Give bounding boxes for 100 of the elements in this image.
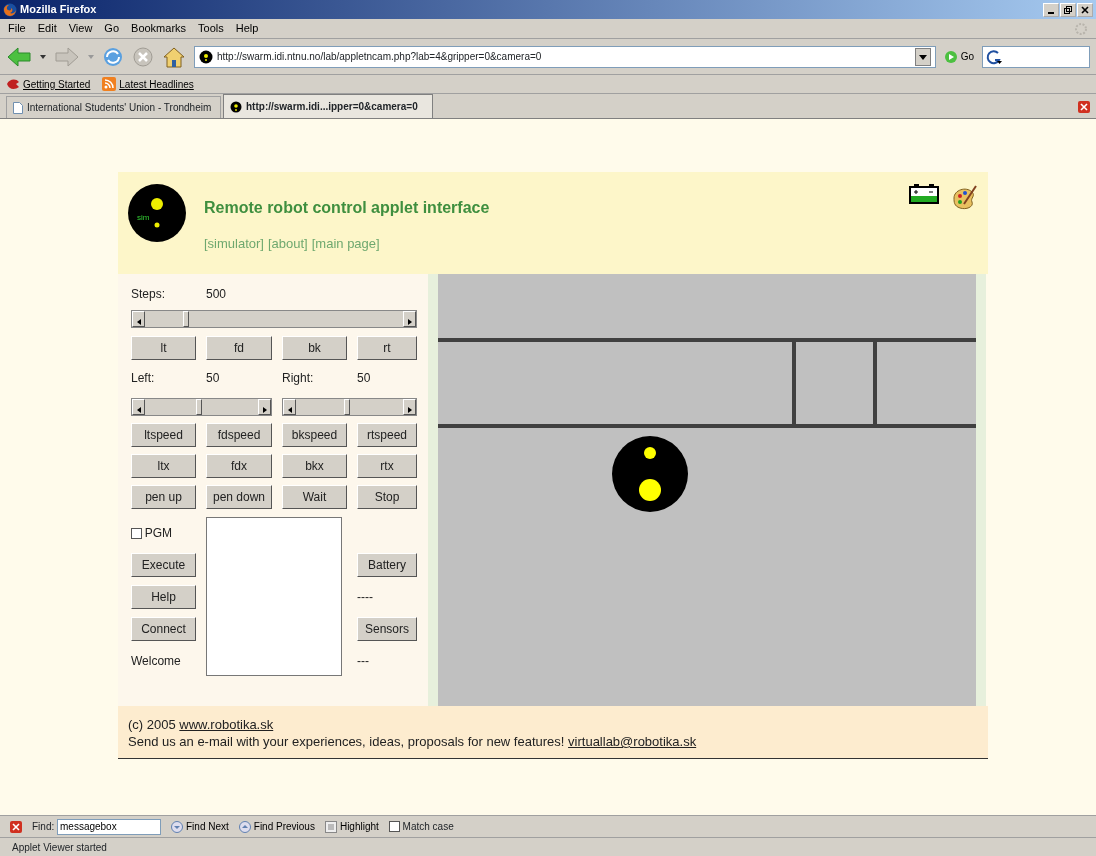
search-field[interactable] (982, 45, 1090, 68)
find-bar-button[interactable]: Find Next (171, 819, 229, 834)
throbber-icon (1074, 21, 1088, 36)
dropdown-arrow-icon[interactable] (40, 54, 46, 59)
home-icon[interactable] (162, 45, 186, 68)
menu-item[interactable]: Edit (37, 20, 57, 37)
applet-button[interactable]: lt (131, 336, 196, 360)
menu-item[interactable]: Help (235, 20, 259, 37)
rss-feed-icon (102, 77, 117, 91)
applet-button[interactable]: rt (357, 336, 417, 360)
highlight-icon (324, 820, 337, 833)
minimize-button[interactable] (1043, 2, 1059, 17)
right-arrow-icon (262, 406, 267, 413)
right-arrow-icon (407, 318, 412, 325)
scrollbar[interactable] (131, 310, 417, 328)
applet-button[interactable]: pen up (131, 485, 196, 509)
applet-button[interactable]: bk (282, 336, 347, 360)
applet-button[interactable]: ltx (131, 454, 196, 478)
reload-icon[interactable] (102, 45, 124, 68)
applet-button[interactable]: Stop (357, 485, 417, 509)
applet-button[interactable]: Wait (282, 485, 347, 509)
applet-button[interactable]: fd (206, 336, 272, 360)
robot-logo-icon (128, 184, 186, 242)
sensors-reading: --- (357, 653, 370, 670)
site-icon (199, 49, 213, 64)
left-arrow-icon (136, 406, 141, 413)
footer-text: Send us an e-mail with your experiences, ideas, proposals for new features! virtuallab@robotika.sk (128, 733, 698, 750)
left-arrow-icon (287, 406, 292, 413)
firefox-logo-icon (3, 2, 17, 17)
browser-tab[interactable]: International Students' Union - Trondheim (6, 96, 221, 118)
left-arrow-icon (136, 318, 141, 325)
applet-button[interactable]: ltspeed (131, 423, 196, 447)
pgm-checkbox[interactable]: PGM (131, 524, 196, 542)
close-button[interactable] (1077, 2, 1093, 17)
address-bar[interactable]: http://swarm.idi.ntnu.no/lab/appletncam.php?lab=4&gripper=0&camera=0 (194, 45, 936, 68)
scroll-right-button[interactable] (403, 399, 416, 415)
applet-button[interactable]: Battery (357, 553, 417, 577)
scroll-left-button[interactable] (283, 399, 296, 415)
applet-button[interactable]: Sensors (357, 617, 417, 641)
find-bar-button[interactable]: Find Previous (238, 819, 315, 834)
field-label: Left: (131, 370, 156, 387)
bookmark-link[interactable]: Latest Headlines (102, 76, 194, 92)
applet-button[interactable]: Help (131, 585, 196, 609)
go-button[interactable]: Go (943, 49, 974, 64)
close-find-bar-icon[interactable] (10, 820, 22, 833)
status-text: Applet Viewer started (12, 840, 107, 855)
menu-item[interactable]: Tools (198, 20, 224, 37)
scrollbar[interactable] (131, 398, 272, 416)
stop-icon[interactable] (132, 45, 154, 68)
battery-icon[interactable] (909, 184, 939, 204)
menu-item[interactable]: Bookmarks (131, 20, 187, 37)
scroll-right-button[interactable] (403, 311, 416, 327)
right-arrow-icon (407, 406, 412, 413)
website-link[interactable]: www.robotika.sk (179, 717, 274, 732)
message-text-area[interactable] (206, 517, 342, 676)
field-value: 500 (206, 286, 228, 303)
close-tab-icon[interactable] (1078, 101, 1090, 113)
applet-button[interactable]: fdx (206, 454, 272, 478)
play-icon (943, 49, 958, 64)
site-icon (230, 100, 242, 113)
scroll-thumb[interactable] (343, 399, 350, 415)
applet-button[interactable]: rtspeed (357, 423, 417, 447)
browser-tab[interactable]: http://swarm.idi...ipper=0&camera=0 (223, 94, 433, 118)
search-engine-icon[interactable] (986, 48, 1002, 65)
applet-button[interactable]: pen down (206, 485, 272, 509)
applet-button[interactable]: fdspeed (206, 423, 272, 447)
email-link[interactable]: virtuallab@robotika.sk (568, 734, 697, 749)
field-value: 50 (206, 370, 221, 387)
logo-text: sim (137, 212, 150, 224)
find-field[interactable]: messagebox (57, 818, 161, 835)
scroll-thumb[interactable] (182, 311, 189, 327)
footer-text: (c) 2005 www.robotika.sk (128, 716, 275, 733)
scroll-right-button[interactable] (258, 399, 271, 415)
bookmark-link[interactable]: Getting Started (6, 76, 91, 92)
applet-button[interactable]: rtx (357, 454, 417, 478)
scroll-thumb[interactable] (195, 399, 202, 415)
scroll-left-button[interactable] (132, 399, 145, 415)
window-title: Mozilla Firefox (20, 2, 97, 18)
close-icon (1081, 6, 1089, 15)
find-label: Find: (32, 820, 55, 834)
restore-button[interactable] (1060, 2, 1076, 17)
menu-item[interactable]: View (68, 20, 93, 37)
battery-reading: ---- (357, 589, 374, 606)
status-text: Welcome (131, 653, 182, 670)
applet-button[interactable]: Execute (131, 553, 196, 577)
bookmark-icon (6, 78, 20, 90)
menu-item[interactable]: File (8, 20, 26, 37)
find-bar-button[interactable]: Highlight (324, 819, 379, 834)
applet-button[interactable]: bkx (282, 454, 347, 478)
field-label: Right: (282, 370, 315, 387)
field-label: Steps: (131, 286, 167, 303)
menu-item[interactable]: Go (104, 20, 120, 37)
paint-palette-icon[interactable] (950, 184, 978, 212)
applet-button[interactable]: Connect (131, 617, 196, 641)
scrollbar[interactable] (282, 398, 417, 416)
applet-button[interactable]: bkspeed (282, 423, 347, 447)
scroll-left-button[interactable] (132, 311, 145, 327)
restore-icon (1064, 6, 1072, 15)
match-case-checkbox[interactable]: Match case (388, 819, 454, 834)
field-value: 50 (357, 370, 372, 387)
